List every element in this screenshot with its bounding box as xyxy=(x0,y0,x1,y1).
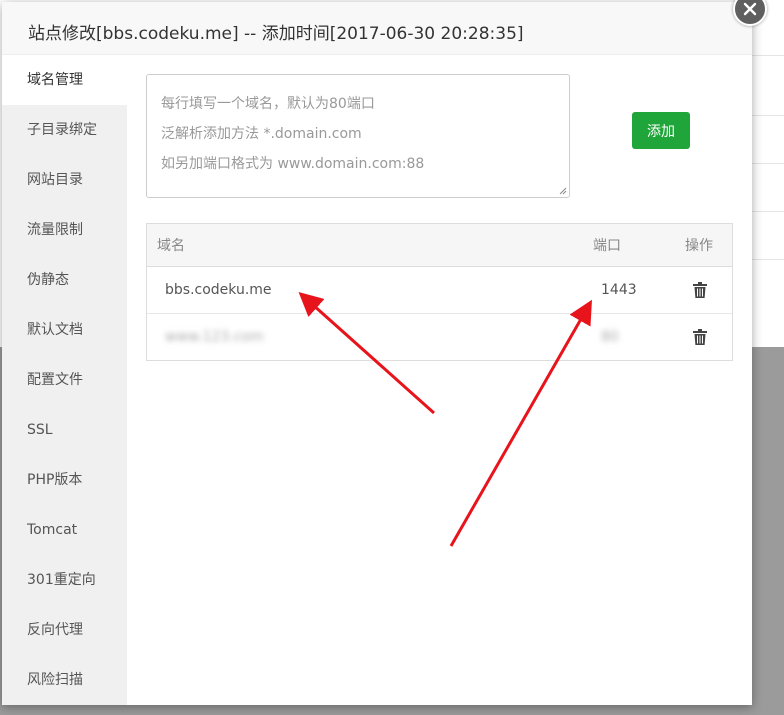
sidebar-item-site-directory[interactable]: 网站目录 xyxy=(2,155,127,205)
background-divider xyxy=(752,115,784,116)
sidebar-item-subdirectory-binding[interactable]: 子目录绑定 xyxy=(2,105,127,155)
delete-action[interactable] xyxy=(693,267,707,313)
trash-icon[interactable] xyxy=(693,329,707,345)
sidebar-item-risk-scan[interactable]: 风险扫描 xyxy=(2,655,127,705)
table-row: www.123.com 80 xyxy=(147,314,732,360)
trash-icon[interactable] xyxy=(693,282,707,298)
domain-input-placeholder-line: 如另加端口格式为 www.domain.com:88 xyxy=(161,156,425,172)
port-cell: 1443 xyxy=(601,282,637,298)
sidebar-item-domain-management[interactable]: 域名管理 xyxy=(2,55,127,105)
domain-cell: www.123.com xyxy=(165,329,264,345)
domain-table: 域名 端口 操作 bbs.codeku.me 1443 www.123.com … xyxy=(146,223,733,361)
background-divider xyxy=(752,259,784,260)
background-divider xyxy=(752,55,784,56)
sidebar-item-traffic-limit[interactable]: 流量限制 xyxy=(2,205,127,255)
sidebar-item-config-file[interactable]: 配置文件 xyxy=(2,355,127,405)
sidebar-item-rewrite[interactable]: 伪静态 xyxy=(2,255,127,305)
settings-sidebar: 域名管理 子目录绑定 网站目录 流量限制 伪静态 默认文档 配置文件 SSL P… xyxy=(2,55,127,705)
sidebar-item-php-version[interactable]: PHP版本 xyxy=(2,455,127,505)
sidebar-item-ssl[interactable]: SSL xyxy=(2,405,127,455)
sidebar-item-301-redirect[interactable]: 301重定向 xyxy=(2,555,127,605)
dialog-title: 站点修改[bbs.codeku.me] -- 添加时间[2017-06-30 2… xyxy=(28,24,524,44)
domain-cell: bbs.codeku.me xyxy=(165,282,272,298)
domain-input-placeholder-line: 每行填写一个域名，默认为80端口 xyxy=(161,96,375,112)
delete-action[interactable] xyxy=(693,314,707,360)
sidebar-item-tomcat[interactable]: Tomcat xyxy=(2,505,127,555)
background-divider xyxy=(752,211,784,212)
add-domain-button[interactable]: 添加 xyxy=(632,112,690,149)
domain-input-placeholder-line: 泛解析添加方法 *.domain.com xyxy=(161,126,362,142)
sidebar-item-reverse-proxy[interactable]: 反向代理 xyxy=(2,605,127,655)
column-header-domain: 域名 xyxy=(157,238,185,254)
column-header-port: 端口 xyxy=(593,238,621,254)
background-divider xyxy=(752,163,784,164)
close-icon[interactable] xyxy=(743,2,757,16)
dialog-header: 站点修改[bbs.codeku.me] -- 添加时间[2017-06-30 2… xyxy=(2,2,752,55)
resize-grip-icon[interactable] xyxy=(559,187,567,195)
domain-input[interactable]: 每行填写一个域名，默认为80端口 泛解析添加方法 *.domain.com 如另… xyxy=(146,74,570,198)
port-cell: 80 xyxy=(601,329,619,345)
table-row: bbs.codeku.me 1443 xyxy=(147,267,732,314)
column-header-actions: 操作 xyxy=(685,238,713,254)
table-header-row: 域名 端口 操作 xyxy=(147,224,732,267)
site-edit-dialog: 站点修改[bbs.codeku.me] -- 添加时间[2017-06-30 2… xyxy=(2,2,752,705)
sidebar-item-default-document[interactable]: 默认文档 xyxy=(2,305,127,355)
